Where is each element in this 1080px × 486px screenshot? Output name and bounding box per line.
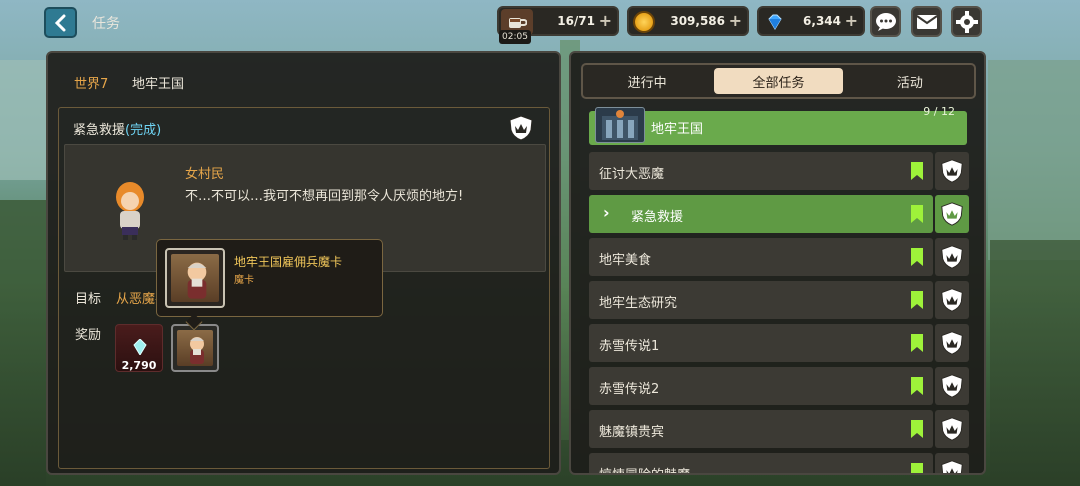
quest-row[interactable]: 征讨大恶魔	[589, 152, 933, 190]
quest-group-progress: 9 / 12	[923, 105, 955, 118]
add-gems-button[interactable]: +	[845, 11, 858, 30]
quest-crown-button[interactable]	[935, 281, 969, 319]
reward-label: 奖励	[75, 328, 102, 343]
quest-crown-button[interactable]	[935, 367, 969, 405]
tooltip-item-type: 魔卡	[234, 275, 254, 286]
quest-row[interactable]: 赤雪传说1	[589, 324, 933, 362]
quest-crown-button[interactable]	[935, 453, 969, 473]
bookmark-icon	[911, 205, 923, 223]
goal-label: 目标	[75, 292, 102, 307]
villager-woman-sprite	[116, 182, 144, 240]
quest-crown-button[interactable]	[935, 324, 969, 362]
tab-in-progress[interactable]: 进行中	[583, 65, 711, 97]
quest-crown-button[interactable]	[935, 152, 969, 190]
breadcrumb-world: 世界7	[74, 77, 109, 92]
chevron-right-icon: ›	[603, 203, 610, 222]
settings-button[interactable]	[951, 6, 982, 37]
scenery-block	[988, 60, 1080, 260]
quest-group-name: 地牢王国	[651, 122, 704, 137]
crown-shield-icon	[941, 331, 963, 355]
top-bar: 任务 02:05 16/71 + 309,586 + 6,344 +	[0, 0, 1080, 46]
quest-name: 赤雪传说2	[599, 382, 660, 397]
quest-crown-button[interactable]	[935, 195, 969, 233]
add-gold-button[interactable]: +	[729, 11, 742, 30]
mercenary-card-art	[177, 330, 213, 366]
quest-title: 紧急救援(完成)	[73, 119, 161, 138]
quest-name: 赤雪传说1	[599, 339, 660, 354]
bookmark-icon	[911, 291, 923, 309]
chevron-left-icon	[54, 14, 65, 31]
crown-shield-icon	[941, 288, 963, 312]
quest-crown-button[interactable]	[935, 238, 969, 276]
quest-row[interactable]: 惊悚冒险的魅魔	[589, 453, 933, 473]
crystal-icon	[133, 339, 147, 355]
goal-text: 从恶魔手	[116, 292, 156, 307]
bookmark-icon	[911, 420, 923, 438]
quest-list-panel: 进行中 全部任务 活动 地牢王国 9 / 12 征讨大恶魔 › 紧急救援 地牢美…	[569, 51, 986, 475]
gem-value: 6,344	[803, 14, 841, 28]
quest-detail-panel: 世界7 地牢王国 紧急救援(完成) 女村民 不…不可以…我可不想再回到那令人厌烦…	[46, 51, 561, 475]
bookmark-icon	[911, 377, 923, 395]
quest-row[interactable]: 魅魔镇贵宾	[589, 410, 933, 448]
gold-coin-icon	[633, 11, 655, 33]
gold-value: 309,586	[670, 14, 725, 28]
back-button[interactable]	[44, 7, 77, 38]
crown-shield-icon	[941, 374, 963, 398]
gear-icon	[955, 10, 978, 33]
quest-name: 魅魔镇贵宾	[599, 425, 665, 440]
quest-name: 惊悚冒险的魅魔	[599, 464, 690, 473]
quest-row[interactable]: 地牢美食	[589, 238, 933, 276]
dungeon-kingdom-icon	[595, 107, 645, 143]
page-title: 任务	[92, 16, 120, 32]
bookmark-icon	[911, 248, 923, 266]
stamina-value: 16/71	[557, 14, 595, 28]
item-tooltip: 地牢王国雇佣兵魔卡 魔卡	[156, 239, 383, 317]
bookmark-icon	[911, 334, 923, 352]
quest-row[interactable]: 赤雪传说2	[589, 367, 933, 405]
crown-shield-icon	[941, 245, 963, 269]
quest-row-selected[interactable]: › 紧急救援	[589, 195, 933, 233]
stamina-counter: 02:05 16/71 +	[497, 6, 619, 44]
npc-dialog-text: 不…不可以…我可不想再回到那令人厌烦的地方!	[185, 189, 464, 204]
quest-name: 地牢美食	[599, 253, 652, 268]
tab-all-quests[interactable]: 全部任务	[714, 68, 843, 94]
quest-name: 紧急救援	[631, 210, 684, 225]
stamina-timer: 02:05	[499, 30, 531, 44]
tab-events[interactable]: 活动	[846, 65, 974, 97]
quest-list[interactable]: 地牢王国 9 / 12 征讨大恶魔 › 紧急救援 地牢美食 地牢生态研究 赤雪传…	[571, 105, 984, 473]
diamond-icon	[768, 14, 782, 30]
gem-counter: 6,344 +	[757, 6, 865, 36]
reward-gem-slot[interactable]: 2,790	[115, 324, 163, 372]
mail-button[interactable]	[911, 6, 942, 37]
npc-name: 女村民	[185, 167, 225, 182]
tooltip-item-name: 地牢王国雇佣兵魔卡	[234, 255, 343, 269]
chat-bubble-icon	[875, 12, 896, 31]
quest-name: 征讨大恶魔	[599, 167, 665, 182]
mercenary-card-art	[171, 254, 219, 302]
crown-shield-icon	[509, 115, 533, 141]
bookmark-icon	[911, 463, 923, 473]
quest-tabs: 进行中 全部任务 活动	[581, 63, 976, 99]
crown-shield-icon	[941, 159, 963, 183]
quest-group-header[interactable]: 地牢王国 9 / 12	[589, 105, 967, 145]
bookmark-icon	[911, 162, 923, 180]
tooltip-card-image	[165, 248, 225, 308]
crown-shield-icon	[941, 460, 963, 473]
reward-card-slot[interactable]	[171, 324, 219, 372]
crown-shield-icon	[941, 202, 963, 226]
chat-button[interactable]	[870, 6, 901, 37]
envelope-icon	[915, 14, 938, 29]
crown-shield-icon	[941, 417, 963, 441]
reward-gem-count: 2,790	[121, 359, 157, 372]
add-stamina-button[interactable]: +	[599, 11, 612, 30]
quest-crown-button[interactable]	[935, 410, 969, 448]
quest-title-text: 紧急救援	[73, 123, 126, 138]
quest-row[interactable]: 地牢生态研究	[589, 281, 933, 319]
quest-name: 地牢生态研究	[599, 296, 678, 311]
gold-counter: 309,586 +	[627, 6, 749, 36]
breadcrumb-region: 地牢王国	[132, 77, 185, 92]
quest-status: (完成)	[125, 123, 162, 138]
